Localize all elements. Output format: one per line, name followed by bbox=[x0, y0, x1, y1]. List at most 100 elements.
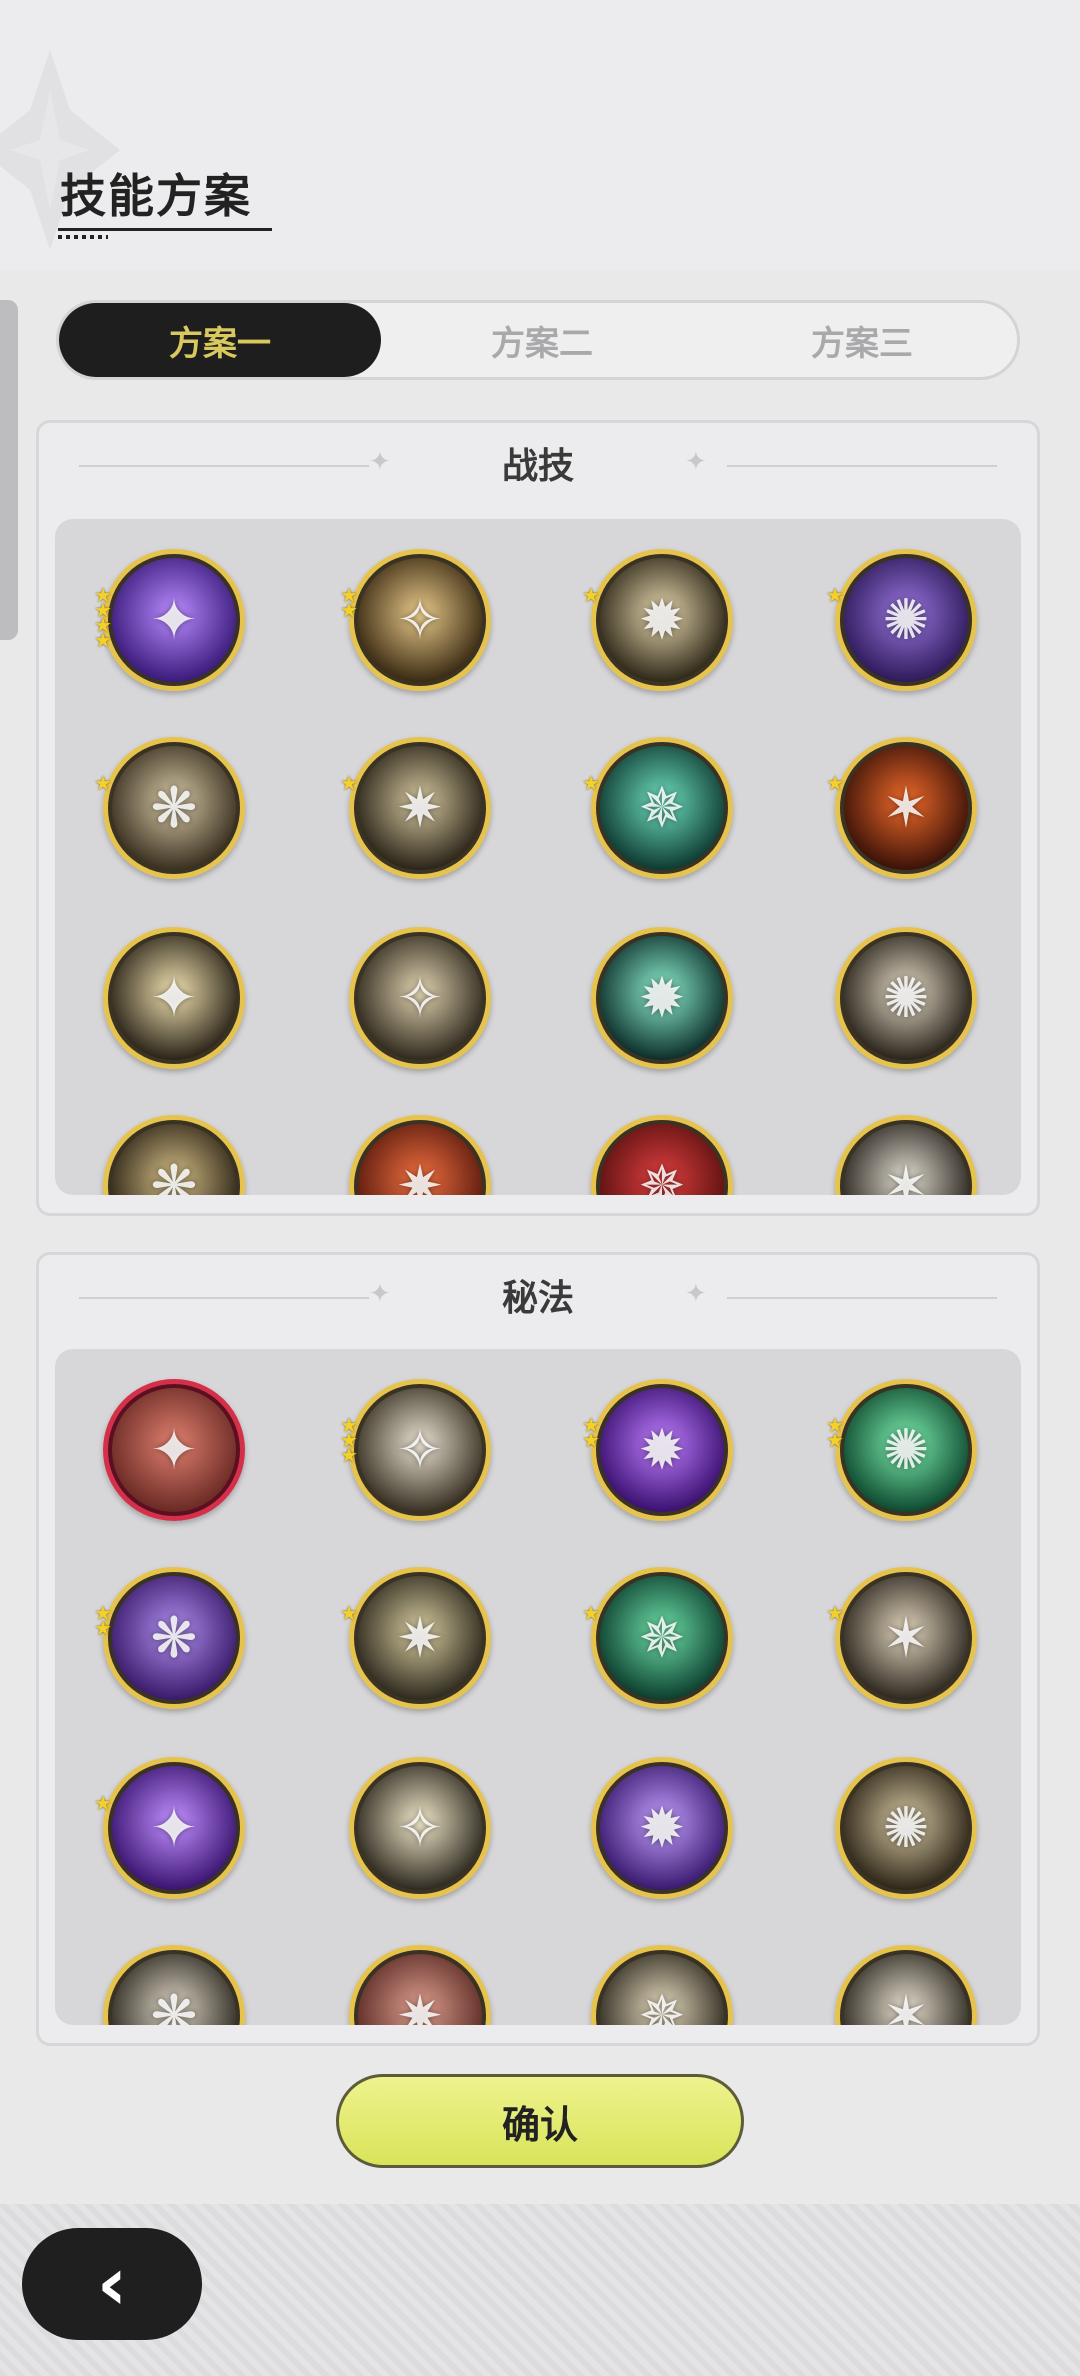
skill-art-icon: ✵ bbox=[638, 1605, 686, 1671]
star-rank-icon: ★ bbox=[340, 1601, 358, 1625]
purple-heart-skill-icon[interactable]: ✦ ★ ★ ★ ★ bbox=[94, 549, 245, 691]
red-fist-secret-icon[interactable]: ✦ bbox=[103, 1379, 245, 1521]
green-sword-skill-icon[interactable]: ✵ ★ bbox=[582, 737, 733, 879]
title-dots bbox=[58, 235, 108, 239]
skill-art-icon: ✧ bbox=[396, 1795, 444, 1861]
sword-swing-skill-icon[interactable]: ✷ ★ bbox=[340, 737, 491, 879]
divider bbox=[727, 1297, 997, 1299]
sword-up-secret-icon[interactable]: ✶ ★ bbox=[826, 1567, 977, 1709]
star-rank-icon: ★ bbox=[582, 583, 600, 607]
green-heal-secret-icon[interactable]: ✵ ★ bbox=[582, 1567, 733, 1709]
green-crescent-skill-icon[interactable]: ✹ bbox=[591, 927, 733, 1069]
skill-art-icon: ❋ bbox=[150, 1605, 198, 1671]
purple-claw-skill-icon[interactable]: ✺ ★ bbox=[826, 549, 977, 691]
star-rank-icon: ★ bbox=[94, 771, 112, 795]
skill-art-icon: ✺ bbox=[882, 1417, 930, 1483]
star-rank-icon: ★ ★ ★ ★ bbox=[94, 583, 112, 652]
partial-secret-icon-2[interactable]: ✷ bbox=[349, 1945, 491, 2025]
star-rank-icon: ★ bbox=[826, 583, 844, 607]
partial-skill-icon-1[interactable]: ❋ bbox=[103, 1115, 245, 1195]
skill-art-icon: ✦ bbox=[150, 1795, 198, 1861]
skill-art-icon: ❋ bbox=[150, 1983, 198, 2026]
plan-tabs: 方案一 方案二 方案三 bbox=[56, 300, 1020, 380]
skill-art-icon: ✷ bbox=[396, 1605, 444, 1671]
section-header: ✦ 战技 ✦ bbox=[39, 423, 1037, 513]
section-header: ✦ 秘法 ✦ bbox=[39, 1255, 1037, 1345]
purple-wolf-secret-icon[interactable]: ❋ ★ ★ bbox=[94, 1567, 245, 1709]
confirm-button[interactable]: 确认 bbox=[336, 2074, 744, 2168]
green-heart-secret-icon[interactable]: ✺ ★ ★ bbox=[826, 1379, 977, 1521]
skill-art-icon: ✷ bbox=[396, 775, 444, 841]
section-title: 战技 bbox=[501, 446, 574, 487]
skill-art-icon: ✶ bbox=[882, 1153, 930, 1196]
skill-art-icon: ❋ bbox=[150, 775, 198, 841]
leaf-secret-icon[interactable]: ✷ ★ bbox=[340, 1567, 491, 1709]
purple-flame-secret-icon[interactable]: ✹ ★ ★ bbox=[582, 1379, 733, 1521]
secret-grid[interactable]: ✦ ✧ ★ ★ ★ ✹ ★ ★ ✺ ★ ★ ❋ ★ ★ ✷ ★ ✵ ★ ✶ ★ ✦ ★ ✧ ✹ ✺ ❋ ✷ ✵ ✶ bbox=[55, 1349, 1021, 2025]
skill-art-icon: ✺ bbox=[882, 965, 930, 1031]
blade-secret-icon[interactable]: ✧ ★ ★ ★ bbox=[340, 1379, 491, 1521]
skill-art-icon: ✵ bbox=[638, 775, 686, 841]
fire-ring-skill-icon[interactable]: ✶ ★ bbox=[826, 737, 977, 879]
skill-art-icon: ❋ bbox=[150, 1153, 198, 1196]
secret-arts-panel: ✦ 秘法 ✦ ✦ ✧ ★ ★ ★ ✹ ★ ★ ✺ ★ ★ ❋ ★ ★ ✷ ★ ✵ ★ ✶ ★ ✦ ★ ✧ ✹ ✺ ❋ ✷ ✵ ✶ bbox=[36, 1252, 1040, 2046]
tab-plan-3[interactable]: 方案三 bbox=[701, 303, 1023, 377]
star-rank-icon: ★ bbox=[340, 771, 358, 795]
partial-secret-icon-3[interactable]: ✵ bbox=[591, 1945, 733, 2025]
skill-art-icon: ✺ bbox=[882, 587, 930, 653]
partial-secret-icon-4[interactable]: ✶ bbox=[835, 1945, 977, 2025]
skill-art-icon: ✧ bbox=[396, 965, 444, 1031]
whirlwind-skill-icon[interactable]: ✧ bbox=[349, 927, 491, 1069]
purple-figure-secret-icon[interactable]: ✦ ★ bbox=[94, 1757, 245, 1899]
partial-secret-icon-1[interactable]: ❋ bbox=[103, 1945, 245, 2025]
skill-art-icon: ✵ bbox=[638, 1983, 686, 2026]
title-underline bbox=[58, 228, 272, 231]
purple-orb-secret-icon[interactable]: ✹ bbox=[591, 1757, 733, 1899]
tab-plan-1[interactable]: 方案一 bbox=[59, 303, 381, 377]
skill-art-icon: ✹ bbox=[638, 1417, 686, 1483]
tab-plan-2[interactable]: 方案二 bbox=[381, 303, 703, 377]
beast-secret-icon[interactable]: ✺ bbox=[835, 1757, 977, 1899]
skill-art-icon: ✹ bbox=[638, 587, 686, 653]
skill-grid[interactable]: ✦ ★ ★ ★ ★ ✧ ★ ★ ✹ ★ ✺ ★ ❋ ★ ✷ ★ ✵ ★ ✶ ★ ✦ ✧ ✹ ✺ ❋ ✷ ✵ ✶ bbox=[55, 519, 1021, 1195]
skill-art-icon: ✦ bbox=[150, 965, 198, 1031]
section-title: 秘法 bbox=[501, 1278, 574, 1319]
star-ornament-icon: ✦ bbox=[685, 447, 707, 477]
skill-art-icon: ✺ bbox=[882, 1795, 930, 1861]
skill-art-icon: ✦ bbox=[150, 587, 198, 653]
burst-skill-icon[interactable]: ✦ bbox=[103, 927, 245, 1069]
star-ornament-icon: ✦ bbox=[685, 1279, 707, 1309]
back-button[interactable]: ‹ bbox=[22, 2228, 202, 2340]
star-rank-icon: ★ ★ bbox=[94, 1601, 112, 1640]
star-rank-icon: ★ ★ bbox=[826, 1413, 844, 1452]
star-rank-icon: ★ bbox=[826, 771, 844, 795]
skill-art-icon: ✶ bbox=[882, 1605, 930, 1671]
star-rank-icon: ★ bbox=[582, 1601, 600, 1625]
skill-art-icon: ✶ bbox=[882, 1983, 930, 2026]
header: 技能方案 bbox=[0, 0, 1080, 270]
skill-art-icon: ✧ bbox=[396, 1417, 444, 1483]
light-pillar-skill-icon[interactable]: ✹ ★ bbox=[582, 549, 733, 691]
partial-skill-icon-3[interactable]: ✵ bbox=[591, 1115, 733, 1195]
star-rank-icon: ★ ★ bbox=[340, 583, 358, 622]
star-rank-icon: ★ bbox=[582, 771, 600, 795]
star-rank-icon: ★ ★ bbox=[582, 1413, 600, 1452]
side-drawer-handle[interactable] bbox=[0, 300, 18, 640]
eye-secret-icon[interactable]: ✧ bbox=[349, 1757, 491, 1899]
skill-art-icon: ✹ bbox=[638, 1795, 686, 1861]
partial-skill-icon-4[interactable]: ✶ bbox=[835, 1115, 977, 1195]
skill-art-icon: ✵ bbox=[638, 1153, 686, 1196]
combat-skills-panel: ✦ 战技 ✦ ✦ ★ ★ ★ ★ ✧ ★ ★ ✹ ★ ✺ ★ ❋ ★ ✷ ★ ✵ ★ ✶ ★ ✦ ✧ ✹ ✺ ❋ ✷ ✵ ✶ bbox=[36, 420, 1040, 1216]
skill-art-icon: ✷ bbox=[396, 1983, 444, 2026]
skill-art-icon: ✹ bbox=[638, 965, 686, 1031]
star-rank-icon: ★ ★ ★ bbox=[340, 1413, 358, 1467]
partial-skill-icon-2[interactable]: ✷ bbox=[349, 1115, 491, 1195]
grab-hand-skill-icon[interactable]: ❋ ★ bbox=[94, 737, 245, 879]
golden-slash-skill-icon[interactable]: ✧ ★ ★ bbox=[340, 549, 491, 691]
star-rank-icon: ★ bbox=[94, 1791, 112, 1815]
skill-art-icon: ✷ bbox=[396, 1153, 444, 1196]
skill-art-icon: ✧ bbox=[396, 587, 444, 653]
cross-blades-skill-icon[interactable]: ✺ bbox=[835, 927, 977, 1069]
chevron-left-icon: ‹ bbox=[96, 2241, 128, 2327]
skill-art-icon: ✦ bbox=[150, 1417, 198, 1483]
